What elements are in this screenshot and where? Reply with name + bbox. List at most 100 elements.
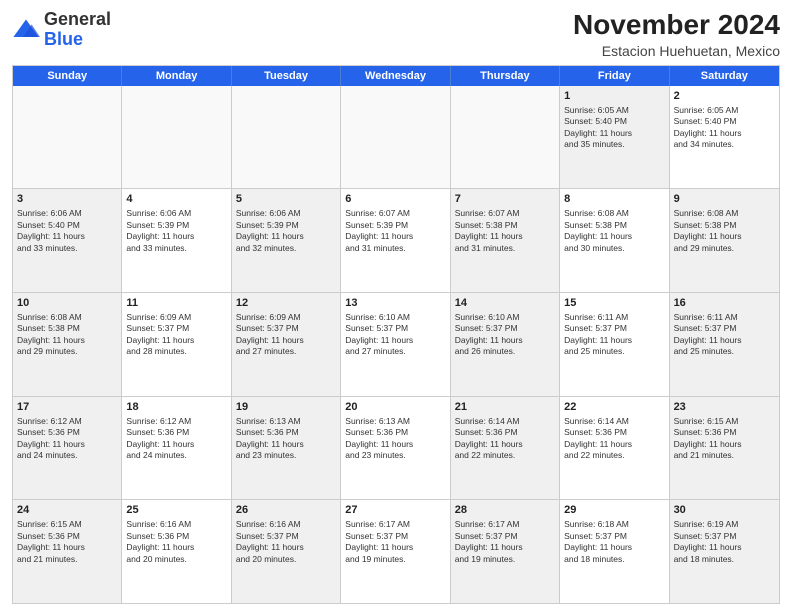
calendar-cell [122, 86, 231, 189]
calendar-cell: 1Sunrise: 6:05 AM Sunset: 5:40 PM Daylig… [560, 86, 669, 189]
calendar-cell [13, 86, 122, 189]
calendar-cell: 18Sunrise: 6:12 AM Sunset: 5:36 PM Dayli… [122, 397, 231, 500]
calendar-row: 1 Sunrise: 6:05 AM Sunset: 5:40 PM Daylig… [13, 86, 779, 189]
day-number: 20 [345, 400, 445, 415]
calendar-cell: 25Sunrise: 6:16 AM Sunset: 5:36 PM Dayli… [122, 500, 231, 603]
day-number: 11 [126, 296, 226, 311]
day-number: 19 [236, 400, 336, 415]
month-title: November 2024 [573, 10, 780, 41]
cell-info: Sunrise: 6:14 AM Sunset: 5:36 PM Dayligh… [564, 416, 664, 462]
day-number: 15 [564, 296, 664, 311]
day-number: 12 [236, 296, 336, 311]
calendar-cell: 17Sunrise: 6:12 AM Sunset: 5:36 PM Dayli… [13, 397, 122, 500]
cell-info: Sunrise: 6:08 AM Sunset: 5:38 PM Dayligh… [17, 312, 117, 358]
calendar-header: SundayMondayTuesdayWednesdayThursdayFrid… [13, 66, 779, 86]
calendar-cell: 12Sunrise: 6:09 AM Sunset: 5:37 PM Dayli… [232, 293, 341, 396]
calendar-cell: 3Sunrise: 6:06 AM Sunset: 5:40 PM Daylig… [13, 189, 122, 292]
page: General Blue November 2024 Estacion Hueh… [0, 0, 792, 612]
day-number: 3 [17, 192, 117, 207]
cell-info: Sunrise: 6:10 AM Sunset: 5:37 PM Dayligh… [345, 312, 445, 358]
calendar-body: 1 Sunrise: 6:05 AM Sunset: 5:40 PM Daylig… [13, 86, 779, 603]
day-number: 25 [126, 503, 226, 518]
day-number: 16 [674, 296, 775, 311]
calendar-row: 3Sunrise: 6:06 AM Sunset: 5:40 PM Daylig… [13, 188, 779, 292]
weekday-header: Sunday [13, 66, 122, 86]
cell-info: Sunrise: 6:17 AM Sunset: 5:37 PM Dayligh… [455, 519, 555, 565]
cell-info: Sunrise: 6:19 AM Sunset: 5:37 PM Dayligh… [674, 519, 775, 565]
cell-info: Sunrise: 6:10 AM Sunset: 5:37 PM Dayligh… [455, 312, 555, 358]
calendar-cell: 6Sunrise: 6:07 AM Sunset: 5:39 PM Daylig… [341, 189, 450, 292]
weekday-header: Friday [560, 66, 669, 86]
cell-info: Sunrise: 6:09 AM Sunset: 5:37 PM Dayligh… [236, 312, 336, 358]
day-number: 4 [126, 192, 226, 207]
day-number: 6 [345, 192, 445, 207]
cell-info: Sunrise: 6:16 AM Sunset: 5:36 PM Dayligh… [126, 519, 226, 565]
cell-info: Sunrise: 6:05 AM Sunset: 5:40 PM Dayligh… [674, 105, 775, 151]
cell-info: Sunrise: 6:06 AM Sunset: 5:39 PM Dayligh… [126, 208, 226, 254]
day-number: 7 [455, 192, 555, 207]
calendar-cell: 30Sunrise: 6:19 AM Sunset: 5:37 PM Dayli… [670, 500, 779, 603]
day-number: 24 [17, 503, 117, 518]
calendar-cell: 8Sunrise: 6:08 AM Sunset: 5:38 PM Daylig… [560, 189, 669, 292]
logo-general: General [44, 9, 111, 29]
calendar-cell: 26Sunrise: 6:16 AM Sunset: 5:37 PM Dayli… [232, 500, 341, 603]
calendar-cell [341, 86, 450, 189]
day-number: 21 [455, 400, 555, 415]
day-number: 1 [564, 89, 664, 104]
calendar-row: 24Sunrise: 6:15 AM Sunset: 5:36 PM Dayli… [13, 499, 779, 603]
calendar-cell: 29Sunrise: 6:18 AM Sunset: 5:37 PM Dayli… [560, 500, 669, 603]
calendar-cell: 9Sunrise: 6:08 AM Sunset: 5:38 PM Daylig… [670, 189, 779, 292]
calendar-cell: 7Sunrise: 6:07 AM Sunset: 5:38 PM Daylig… [451, 189, 560, 292]
cell-info: Sunrise: 6:12 AM Sunset: 5:36 PM Dayligh… [17, 416, 117, 462]
day-number: 29 [564, 503, 664, 518]
calendar-cell: 13Sunrise: 6:10 AM Sunset: 5:37 PM Dayli… [341, 293, 450, 396]
cell-info: Sunrise: 6:08 AM Sunset: 5:38 PM Dayligh… [674, 208, 775, 254]
day-number: 10 [17, 296, 117, 311]
header: General Blue November 2024 Estacion Hueh… [12, 10, 780, 59]
weekday-header: Thursday [451, 66, 560, 86]
day-number: 5 [236, 192, 336, 207]
cell-info: Sunrise: 6:07 AM Sunset: 5:39 PM Dayligh… [345, 208, 445, 254]
day-number: 8 [564, 192, 664, 207]
cell-info: Sunrise: 6:13 AM Sunset: 5:36 PM Dayligh… [345, 416, 445, 462]
calendar-cell: 15Sunrise: 6:11 AM Sunset: 5:37 PM Dayli… [560, 293, 669, 396]
cell-info: Sunrise: 6:11 AM Sunset: 5:37 PM Dayligh… [564, 312, 664, 358]
logo-text: General Blue [44, 10, 111, 50]
calendar-cell [232, 86, 341, 189]
calendar-row: 17Sunrise: 6:12 AM Sunset: 5:36 PM Dayli… [13, 396, 779, 500]
day-number: 27 [345, 503, 445, 518]
calendar-cell: 27Sunrise: 6:17 AM Sunset: 5:37 PM Dayli… [341, 500, 450, 603]
cell-info: Sunrise: 6:14 AM Sunset: 5:36 PM Dayligh… [455, 416, 555, 462]
cell-info: Sunrise: 6:15 AM Sunset: 5:36 PM Dayligh… [674, 416, 775, 462]
title-block: November 2024 Estacion Huehuetan, Mexico [573, 10, 780, 59]
day-number: 13 [345, 296, 445, 311]
cell-info: Sunrise: 6:06 AM Sunset: 5:40 PM Dayligh… [17, 208, 117, 254]
cell-info: Sunrise: 6:13 AM Sunset: 5:36 PM Dayligh… [236, 416, 336, 462]
calendar-cell: 21Sunrise: 6:14 AM Sunset: 5:36 PM Dayli… [451, 397, 560, 500]
cell-info: Sunrise: 6:08 AM Sunset: 5:38 PM Dayligh… [564, 208, 664, 254]
logo-icon [12, 16, 40, 44]
weekday-header: Saturday [670, 66, 779, 86]
cell-info: Sunrise: 6:17 AM Sunset: 5:37 PM Dayligh… [345, 519, 445, 565]
calendar-cell: 10Sunrise: 6:08 AM Sunset: 5:38 PM Dayli… [13, 293, 122, 396]
weekday-header: Monday [122, 66, 231, 86]
calendar-cell: 5Sunrise: 6:06 AM Sunset: 5:39 PM Daylig… [232, 189, 341, 292]
calendar-cell: 23Sunrise: 6:15 AM Sunset: 5:36 PM Dayli… [670, 397, 779, 500]
day-number: 22 [564, 400, 664, 415]
cell-info: Sunrise: 6:16 AM Sunset: 5:37 PM Dayligh… [236, 519, 336, 565]
cell-info: Sunrise: 6:15 AM Sunset: 5:36 PM Dayligh… [17, 519, 117, 565]
day-number: 26 [236, 503, 336, 518]
cell-info: Sunrise: 6:07 AM Sunset: 5:38 PM Dayligh… [455, 208, 555, 254]
location-title: Estacion Huehuetan, Mexico [573, 43, 780, 59]
day-number: 23 [674, 400, 775, 415]
weekday-header: Tuesday [232, 66, 341, 86]
day-number: 2 [674, 89, 775, 104]
calendar-cell: 14Sunrise: 6:10 AM Sunset: 5:37 PM Dayli… [451, 293, 560, 396]
calendar-cell [451, 86, 560, 189]
calendar-cell: 28Sunrise: 6:17 AM Sunset: 5:37 PM Dayli… [451, 500, 560, 603]
cell-info: Sunrise: 6:06 AM Sunset: 5:39 PM Dayligh… [236, 208, 336, 254]
cell-info: Sunrise: 6:09 AM Sunset: 5:37 PM Dayligh… [126, 312, 226, 358]
calendar-cell: 19Sunrise: 6:13 AM Sunset: 5:36 PM Dayli… [232, 397, 341, 500]
calendar-cell: 2Sunrise: 6:05 AM Sunset: 5:40 PM Daylig… [670, 86, 779, 189]
calendar-cell: 11Sunrise: 6:09 AM Sunset: 5:37 PM Dayli… [122, 293, 231, 396]
